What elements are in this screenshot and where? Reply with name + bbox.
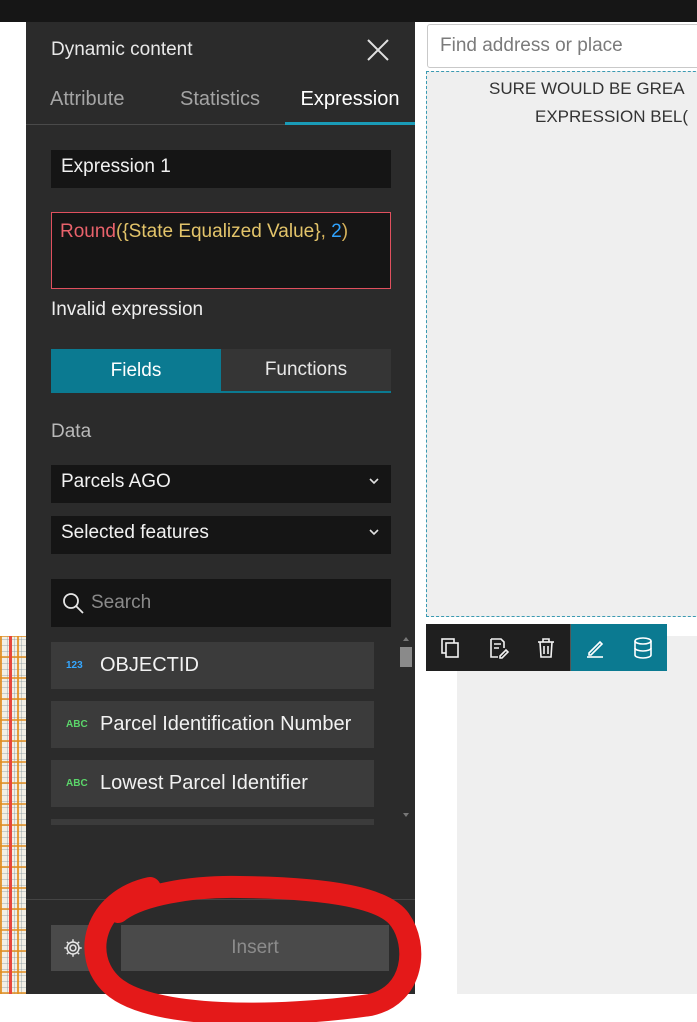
toolbar-active-group (571, 624, 667, 671)
data-label: Data (51, 421, 92, 442)
chevron-down-icon (369, 478, 379, 485)
feature-scope-value: Selected features (61, 522, 209, 543)
canvas-gray-region (457, 636, 697, 994)
scroll-up-arrow-icon (403, 637, 409, 641)
list-item[interactable]: 123 OBJECTID (51, 642, 374, 689)
dynamic-content-panel: Dynamic content Attribute Statistics Exp… (26, 22, 415, 994)
field-name: OBJECTID (100, 654, 199, 676)
field-name: Lowest Parcel Identifier (100, 772, 308, 794)
field-search-input[interactable] (91, 579, 381, 627)
duplicate-icon (441, 637, 459, 658)
delete-button[interactable] (522, 624, 570, 671)
list-item[interactable] (51, 819, 374, 825)
expression-name-field[interactable]: Expression 1 (51, 150, 391, 188)
string-type-badge: ABC (66, 719, 88, 730)
tab-attribute[interactable]: Attribute (50, 88, 124, 125)
scroll-thumb[interactable] (400, 647, 412, 667)
tab-expression[interactable]: Expression (285, 88, 415, 125)
duplicate-button[interactable] (426, 624, 474, 671)
data-source-value: Parcels AGO (61, 471, 171, 492)
code-close-paren: ) (341, 221, 349, 242)
footer-divider (26, 899, 415, 900)
edit-content-button[interactable] (474, 624, 522, 671)
data-source-select[interactable]: Parcels AGO (51, 465, 391, 503)
list-item[interactable]: ABC Lowest Parcel Identifier (51, 760, 374, 807)
list-item[interactable]: ABC Parcel Identification Number (51, 701, 374, 748)
data-source-button[interactable] (619, 624, 667, 671)
database-icon (634, 636, 652, 659)
map-search-box[interactable] (427, 24, 697, 68)
code-field-token: {State Equalized Value} (122, 221, 321, 242)
top-strip (0, 0, 697, 22)
widget-toolbar (426, 624, 667, 671)
search-icon (63, 593, 84, 614)
number-type-badge: 123 (66, 660, 83, 671)
feature-scope-select[interactable]: Selected features (51, 516, 391, 554)
expression-editor[interactable]: Round({State Equalized Value}, 2) (51, 212, 391, 289)
functions-tab-button[interactable]: Functions (221, 349, 391, 393)
close-icon (367, 39, 389, 61)
panel-title: Dynamic content (51, 39, 193, 60)
fields-tab-button[interactable]: Fields (51, 349, 221, 393)
field-name: Parcel Identification Number (100, 713, 352, 735)
text-widget[interactable]: SURE WOULD BE GREA EXPRESSION BEL( (426, 71, 697, 617)
insert-button[interactable]: Insert (121, 925, 389, 971)
code-comma: , (320, 221, 332, 242)
settings-button[interactable] (51, 925, 95, 971)
map-background-left (0, 636, 28, 994)
close-button[interactable] (365, 37, 391, 63)
text-widget-line-2: EXPRESSION BEL( (535, 107, 689, 126)
code-function-token: Round (60, 221, 116, 242)
gear-icon (64, 939, 82, 957)
string-type-badge: ABC (66, 778, 88, 789)
edit-content-icon (490, 637, 510, 659)
tab-statistics[interactable]: Statistics (180, 88, 260, 125)
field-list: 123 OBJECTID ABC Parcel Identification N… (51, 642, 374, 825)
scroll-down-arrow-icon (403, 813, 409, 817)
code-number-token: 2 (331, 221, 342, 242)
chevron-down-icon (369, 529, 379, 536)
dynamic-content-button[interactable] (571, 624, 619, 671)
pen-icon (587, 640, 604, 658)
text-widget-line-1: SURE WOULD BE GREA (489, 79, 685, 98)
delete-icon (538, 637, 554, 658)
field-search-box[interactable] (51, 579, 391, 627)
address-search-input[interactable] (428, 25, 697, 67)
tab-bar: Attribute Statistics Expression (26, 82, 415, 125)
field-list-scrollbar[interactable] (399, 634, 413, 830)
validation-message: Invalid expression (51, 299, 204, 320)
fields-functions-toggle: Fields Functions (51, 349, 391, 393)
